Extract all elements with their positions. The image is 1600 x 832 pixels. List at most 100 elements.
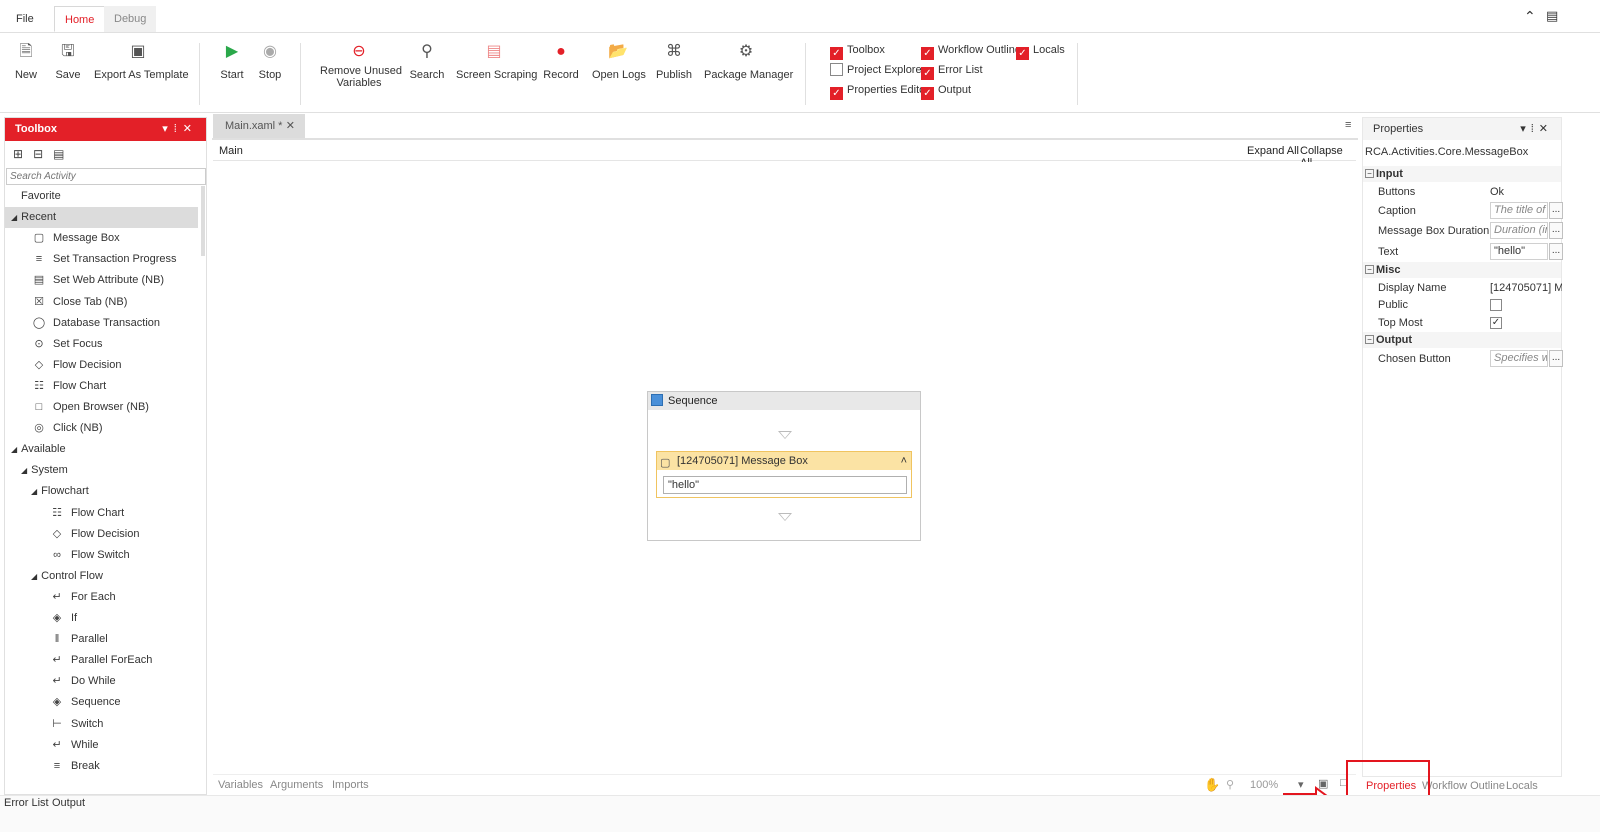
toolbox-item[interactable]: ☷ Flow Chart [31, 376, 106, 397]
toolbox-item[interactable]: ↵ While [49, 735, 98, 756]
tab-main-xaml[interactable]: Main.xaml * ✕ [213, 114, 305, 138]
toolbox-item[interactable]: ∞ Flow Switch [49, 545, 130, 566]
toolbox-item[interactable]: ◢ Flowchart [31, 481, 89, 502]
prop-message-box-duration[interactable]: Message Box Duration Duration (in... [1363, 221, 1563, 241]
ellipsis-button[interactable]: ... [1549, 202, 1563, 219]
toolbox-item[interactable]: ☒ Close Tab (NB) [31, 292, 127, 313]
close-icon[interactable]: ✕ [1539, 123, 1553, 135]
prop-chosen-button[interactable]: Chosen ButtonSpecifies wh... [1363, 349, 1563, 369]
toolbox-checkbox[interactable]: ✓ Toolbox [830, 43, 885, 60]
expand-triangle-icon[interactable]: ◢ [11, 213, 17, 222]
prop-public[interactable]: Public [1363, 295, 1561, 315]
ellipsis-button[interactable]: ... [1549, 243, 1563, 260]
toolbox-item[interactable]: ◈ If [49, 608, 77, 629]
search-button[interactable]: ⚲ Search [408, 41, 446, 81]
category-misc[interactable]: − Misc [1363, 262, 1561, 278]
breadcrumb-main[interactable]: Main [219, 145, 243, 157]
toolbox-item[interactable]: Favorite [21, 186, 61, 207]
pin-icon[interactable]: ⁞ [1531, 123, 1539, 135]
pin-icon[interactable]: ⁞ [174, 123, 183, 135]
toolbox-item[interactable]: ◢ Recent [5, 207, 198, 229]
close-tab-icon[interactable]: ✕ [286, 114, 295, 138]
zoom-icon[interactable]: ⚲ [1226, 778, 1234, 791]
drop-arrow-icon[interactable] [778, 513, 792, 521]
drop-arrow-icon[interactable] [778, 431, 792, 439]
properties-editor-checkbox[interactable]: ✓ Properties Editor [830, 83, 929, 100]
collapse-minus-icon[interactable]: − [1365, 335, 1374, 344]
start-button[interactable]: ▶ Start [218, 41, 246, 81]
output-tab[interactable]: Output [52, 797, 85, 809]
toolbox-item[interactable]: ☷ Flow Chart [49, 503, 124, 524]
toolbox-item[interactable]: ◢ Control Flow [31, 566, 103, 587]
message-box-activity[interactable]: ▢ [124705071] Message Box ˄ "hello" [656, 451, 912, 498]
top-most-checkbox[interactable]: ✓ [1490, 317, 1502, 329]
expand-triangle-icon[interactable]: ◢ [31, 572, 37, 581]
public-checkbox[interactable] [1490, 299, 1502, 311]
arguments-tab[interactable]: Arguments [270, 779, 323, 791]
dropdown-icon[interactable]: ▾ [162, 123, 174, 135]
toolbox-item[interactable]: ◎ Click (NB) [31, 418, 102, 439]
zoom-level[interactable]: 100% [1250, 779, 1278, 791]
toolbox-item[interactable]: ◯ Database Transaction [31, 313, 160, 334]
expand-triangle-icon[interactable]: ◢ [21, 466, 27, 475]
project-explorer-checkbox[interactable]: Project Explorer [830, 63, 925, 79]
pan-hand-icon[interactable]: ✋ [1204, 777, 1220, 793]
menu-home[interactable]: Home [54, 6, 106, 32]
toolbox-item[interactable]: ▢ Message Box [31, 228, 120, 249]
expand-triangle-icon[interactable]: ◢ [31, 487, 37, 496]
open-logs-button[interactable]: 📂 Open Logs [592, 41, 646, 81]
screen-scraping-button[interactable]: ▤ Screen Scraping [456, 41, 537, 81]
category-input[interactable]: − Input [1363, 166, 1561, 182]
list-icon[interactable]: ▤ [53, 147, 74, 161]
toolbox-item[interactable]: ▤ Set Web Attribute (NB) [31, 270, 164, 291]
toolbox-item[interactable]: ◇ Flow Decision [49, 524, 140, 545]
tab-locals[interactable]: Locals [1506, 780, 1538, 792]
collapse-all-icon[interactable]: ⊟ [33, 147, 53, 161]
category-output[interactable]: − Output [1363, 332, 1561, 348]
close-icon[interactable]: ✕ [183, 123, 198, 135]
toolbox-item[interactable]: ◈ Sequence [49, 692, 121, 713]
toolbox-item[interactable]: ⊢ Switch [49, 714, 103, 735]
ellipsis-button[interactable]: ... [1549, 222, 1563, 239]
toolbox-item[interactable]: ◢ System [21, 460, 68, 481]
dropdown-icon[interactable]: ▾ [1520, 123, 1531, 135]
prop-caption[interactable]: Caption The title of... [1363, 201, 1563, 221]
export-template-button[interactable]: ▣ Export As Template [94, 41, 189, 81]
toolbox-item[interactable]: ≡ Break [49, 756, 100, 777]
toolbox-item[interactable]: ◢ Available [11, 439, 66, 460]
error-list-checkbox[interactable]: ✓ Error List [921, 63, 983, 80]
remove-unused-variables-button[interactable]: ⊖ Remove Unused Variables [320, 41, 402, 89]
error-list-tab[interactable]: Error List [4, 797, 49, 809]
expand-all-icon[interactable]: ⊞ [13, 147, 33, 161]
menu-file[interactable]: File [6, 6, 44, 32]
workflow-outline-checkbox[interactable]: ✓ Workflow Outline [921, 43, 1021, 60]
toolbox-item[interactable]: □ Open Browser (NB) [31, 397, 149, 418]
feedback-icon[interactable]: ▤ [1546, 8, 1558, 24]
menu-debug[interactable]: Debug [104, 6, 157, 32]
prop-top-most[interactable]: Top Most ✓ [1363, 313, 1561, 333]
stop-button[interactable]: ◉ Stop [256, 41, 284, 81]
toolbox-scrollbar[interactable] [201, 186, 205, 256]
tab-menu-icon[interactable]: ≡ [1345, 119, 1351, 131]
ellipsis-button[interactable]: ... [1549, 350, 1563, 367]
toolbox-item[interactable]: ⊙ Set Focus [31, 334, 102, 355]
record-button[interactable]: ● Record [542, 41, 580, 81]
prop-buttons[interactable]: Buttons Ok [1363, 182, 1561, 202]
new-button[interactable]: 🗎 New [10, 41, 42, 81]
search-activity-input[interactable] [6, 168, 206, 185]
sequence-activity[interactable]: Sequence ▢ [124705071] Message Box ˄ "he… [647, 391, 921, 541]
publish-button[interactable]: ⌘ Publish [654, 41, 694, 81]
toolbox-item[interactable]: ◇ Flow Decision [31, 355, 122, 376]
prop-text[interactable]: Text "hello"... [1363, 242, 1563, 262]
toolbox-item[interactable]: ≡ Set Transaction Progress [31, 249, 177, 270]
collapse-minus-icon[interactable]: − [1365, 265, 1374, 274]
save-button[interactable]: 🖫 Save [52, 41, 84, 81]
toolbox-item[interactable]: ↵ Do While [49, 671, 115, 692]
collapse-ribbon-icon[interactable]: ⌃ [1524, 8, 1536, 25]
imports-tab[interactable]: Imports [332, 779, 369, 791]
collapse-chevron-icon[interactable]: ˄ [901, 452, 907, 470]
message-text-input[interactable]: "hello" [663, 476, 907, 494]
output-checkbox[interactable]: ✓ Output [921, 83, 971, 100]
expand-all-link[interactable]: Expand All [1247, 145, 1299, 157]
toolbox-item[interactable]: ‖ Parallel [49, 629, 108, 650]
